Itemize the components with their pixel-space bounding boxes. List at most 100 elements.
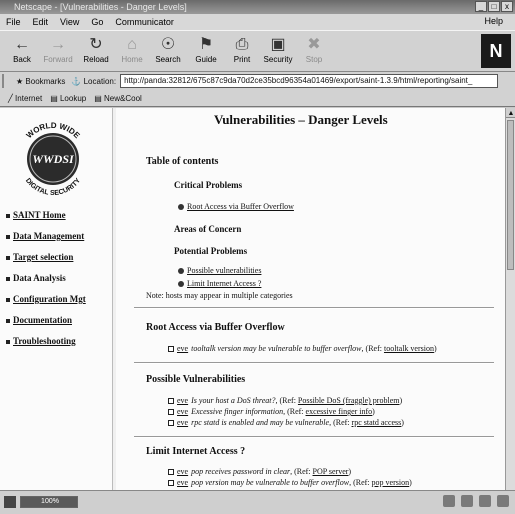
toc-limit-link[interactable]: Limit Internet Access ?	[178, 279, 261, 288]
search-icon: ☉	[160, 36, 176, 53]
toc-heading: Table of contents	[146, 156, 219, 167]
back-button[interactable]: ← Back	[2, 35, 42, 64]
divider	[134, 362, 494, 364]
nav-data-analysis-label: Data Analysis	[13, 273, 66, 283]
ref-link[interactable]: tooltalk version	[384, 344, 434, 353]
frame-divider[interactable]	[112, 108, 116, 490]
mail-icon[interactable]	[461, 495, 473, 507]
stop-button[interactable]: ✖ Stop	[294, 35, 334, 64]
ref-link[interactable]: excessive finger info	[306, 407, 373, 416]
location-bar: ★ Bookmarks ⚓ Location: http://panda:328…	[0, 72, 515, 90]
scroll-thumb[interactable]	[507, 120, 514, 270]
section-heading-possible: Possible Vulnerabilities	[146, 374, 246, 385]
menu-file[interactable]: File	[0, 17, 27, 27]
menu-view[interactable]: View	[54, 17, 85, 27]
menu-go[interactable]: Go	[85, 17, 109, 27]
forward-button[interactable]: → Forward	[38, 35, 78, 64]
navigator-icon[interactable]	[443, 495, 455, 507]
vuln-item: eve Excessive finger information, (Ref: e…	[168, 407, 375, 416]
toc-areas-heading: Areas of Concern	[174, 224, 242, 234]
ref-link[interactable]: POP server	[313, 467, 349, 476]
bullet-icon	[6, 255, 10, 260]
toc-critical-link[interactable]: Root Access via Buffer Overflow	[178, 202, 294, 211]
seal-center-text: WWDSI	[32, 152, 75, 166]
bookmarks-button[interactable]: ★ Bookmarks	[16, 77, 65, 86]
location-label: ⚓ Location:	[71, 76, 117, 86]
lookup-link[interactable]: ▤ Lookup	[50, 94, 86, 103]
nav-configuration-mgt[interactable]: Configuration Mgt	[6, 294, 86, 304]
ref-prefix: , (Ref:	[361, 344, 382, 353]
component-bar	[443, 495, 509, 507]
section-heading-root-access: Root Access via Buffer Overflow	[146, 322, 285, 333]
netscape-logo[interactable]: N	[481, 34, 511, 68]
minimize-button[interactable]: _	[475, 1, 487, 12]
ref-link[interactable]: rpc statd access	[352, 418, 402, 427]
host-link[interactable]: eve	[177, 418, 188, 427]
composer-icon[interactable]	[497, 495, 509, 507]
security-button[interactable]: ▣ Security	[258, 35, 298, 64]
checkbox-icon	[168, 480, 174, 487]
menu-edit[interactable]: Edit	[27, 17, 55, 27]
nav-saint-home[interactable]: SAINT Home	[6, 210, 86, 220]
window-title-bar[interactable]: Netscape - [Vulnerabilities - Danger Lev…	[0, 0, 515, 14]
print-label: Print	[233, 55, 251, 64]
bookmarks-label: Bookmarks	[25, 76, 66, 86]
home-button[interactable]: ⌂ Home	[112, 35, 152, 64]
host-link[interactable]: eve	[177, 467, 188, 476]
host-link[interactable]: eve	[177, 478, 188, 487]
red-ball-icon	[178, 204, 184, 211]
ref-suffix: )	[372, 407, 375, 416]
lookup-label: Lookup	[59, 93, 87, 103]
side-navigation: SAINT Home Data Management Target select…	[6, 210, 86, 357]
menu-communicator[interactable]: Communicator	[109, 17, 180, 27]
green-ball-icon	[178, 281, 184, 288]
bullet-icon	[6, 276, 10, 281]
divider	[134, 307, 494, 309]
nav-troubleshooting[interactable]: Troubleshooting	[6, 336, 86, 346]
page-title: Vulnerabilities – Danger Levels	[214, 112, 388, 127]
guide-button[interactable]: ⚑ Guide	[186, 35, 226, 64]
section-heading-limit-internet: Limit Internet Access ?	[146, 446, 246, 457]
checkbox-icon	[168, 398, 174, 405]
host-link[interactable]: eve	[177, 344, 188, 353]
main-frame: Vulnerabilities – Danger Levels Table of…	[120, 108, 505, 490]
print-button[interactable]: ⎙ Print	[222, 35, 262, 64]
toc-possible-link-label: Possible vulnerabilities	[187, 266, 262, 275]
search-button[interactable]: ☉ Search	[148, 35, 188, 64]
ref-link[interactable]: pop version	[372, 478, 410, 487]
host-link[interactable]: eve	[177, 407, 188, 416]
stop-label: Stop	[305, 55, 323, 64]
personal-toolbar: ╱ Internet ▤ Lookup ▤ New&Cool	[0, 90, 515, 107]
reload-button[interactable]: ↻ Reload	[76, 35, 116, 64]
page-content: WORLD WIDE DIGITAL SECURITY WWDSI SAINT …	[0, 108, 515, 490]
checkbox-icon	[168, 346, 174, 353]
toolbar-grip[interactable]	[2, 74, 10, 88]
scroll-up-arrow-icon[interactable]: ▲	[506, 108, 515, 118]
vuln-description: Excessive finger information	[191, 407, 284, 416]
checkbox-icon	[168, 409, 174, 416]
bullet-icon	[6, 297, 10, 302]
bullet-icon	[6, 213, 10, 218]
toc-possible-link[interactable]: Possible vulnerabilities	[178, 266, 261, 275]
location-label-text: Location:	[83, 76, 117, 86]
nav-target-selection[interactable]: Target selection	[6, 252, 86, 262]
ref-link[interactable]: Possible DoS (fraggle) problem	[298, 396, 400, 405]
internet-link[interactable]: ╱ Internet	[8, 94, 42, 103]
nav-data-management[interactable]: Data Management	[6, 231, 86, 241]
url-field[interactable]: http://panda:32812/675c87c9da70d2ce35bcd…	[120, 74, 499, 88]
internet-label: Internet	[15, 93, 43, 103]
maximize-button[interactable]: □	[488, 1, 500, 12]
vuln-description: rpc statd is enabled and may be vulnerab…	[191, 418, 330, 427]
newcool-link[interactable]: ▤ New&Cool	[94, 94, 142, 103]
wwdsi-seal-logo: WORLD WIDE DIGITAL SECURITY WWDSI	[24, 121, 82, 197]
security-status-icon[interactable]	[4, 496, 16, 508]
menu-help[interactable]: Help	[478, 16, 509, 26]
nav-documentation[interactable]: Documentation	[6, 315, 86, 325]
ref-suffix: )	[433, 344, 437, 353]
vuln-item: eve pop version may be vulnerable to buff…	[168, 478, 412, 487]
close-button[interactable]: x	[501, 1, 513, 12]
bullet-icon	[6, 234, 10, 239]
vertical-scrollbar[interactable]: ▲	[505, 108, 515, 490]
discussion-icon[interactable]	[479, 495, 491, 507]
host-link[interactable]: eve	[177, 396, 188, 405]
